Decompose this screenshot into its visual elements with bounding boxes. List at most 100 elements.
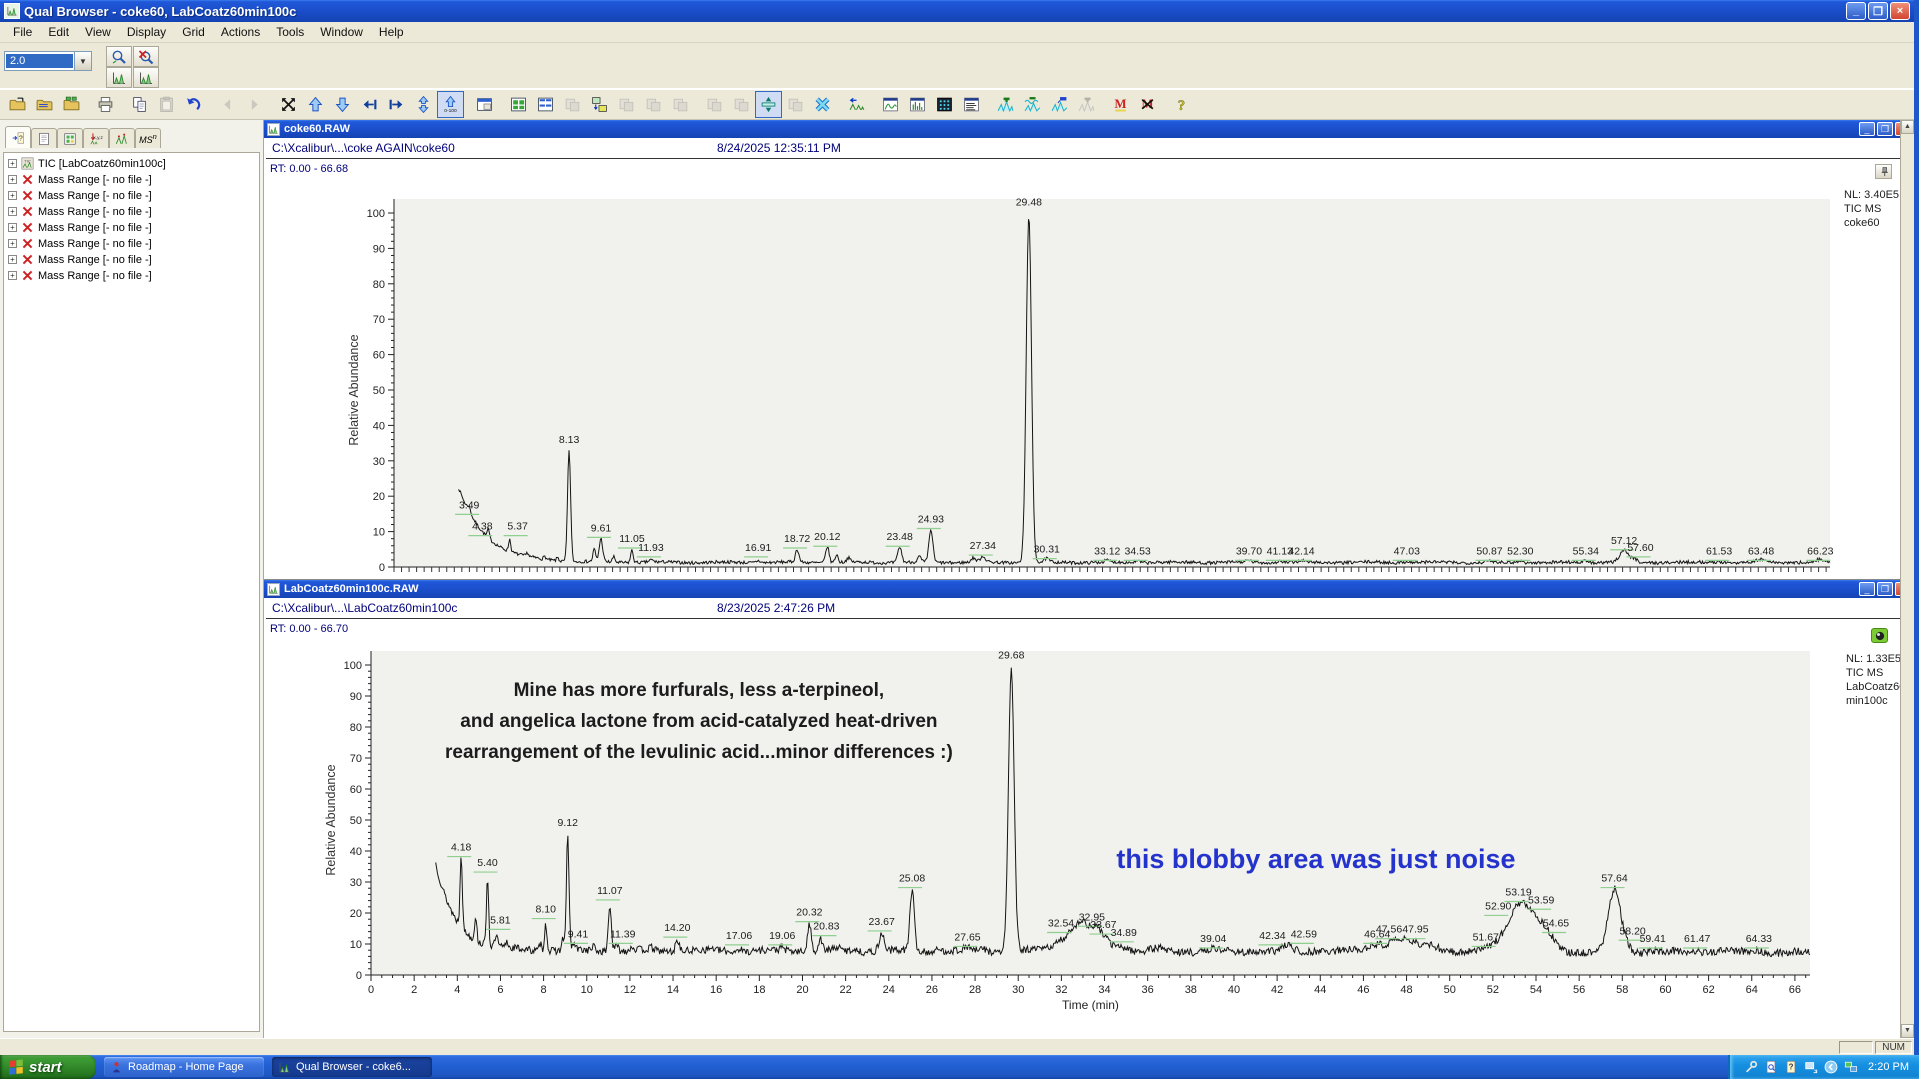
- scale-up-button[interactable]: [302, 91, 329, 118]
- tree-item[interactable]: +Mass Range [- no file -]: [6, 173, 257, 186]
- chromatogram-coke60[interactable]: 0102030405060708090100Relative Abundance…: [264, 177, 1900, 577]
- vertical-scrollbar[interactable]: ▲ ▼: [1900, 120, 1914, 1038]
- document-zoom-icon[interactable]: [1764, 1060, 1778, 1074]
- chromatogram-labcoatz[interactable]: 0102030405060708090100Relative Abundance…: [264, 637, 1900, 1035]
- chromatogram-b-button[interactable]: [133, 67, 159, 88]
- reset-scale-button[interactable]: [275, 91, 302, 118]
- active-cell-icon[interactable]: [1871, 628, 1888, 643]
- menu-window[interactable]: Window: [313, 23, 370, 41]
- peak-label: 57.64: [1601, 873, 1627, 885]
- cell-minimize-button[interactable]: _: [1859, 582, 1875, 596]
- expand-icon[interactable]: +: [8, 255, 17, 264]
- peak-labels-button[interactable]: [1046, 91, 1073, 118]
- tree-item[interactable]: +Mass Range [- no file -]: [6, 237, 257, 250]
- pan-right-button[interactable]: [383, 91, 410, 118]
- zoom-combo[interactable]: 2.0 ▼: [4, 51, 92, 71]
- grid-insert-button[interactable]: [505, 91, 532, 118]
- expand-icon[interactable]: +: [8, 223, 17, 232]
- menu-help[interactable]: Help: [372, 23, 411, 41]
- split-cell-button[interactable]: [755, 91, 782, 118]
- tree-item[interactable]: +Mass Range [- no file -]: [6, 221, 257, 234]
- tab-sheet[interactable]: [31, 128, 57, 148]
- menu-file[interactable]: File: [6, 23, 39, 41]
- pushpin-icon[interactable]: [1875, 164, 1892, 179]
- cell-maximize-button[interactable]: ❐: [1877, 582, 1893, 596]
- window-tray-icon[interactable]: [1804, 1060, 1818, 1074]
- open-layout-button[interactable]: [58, 91, 85, 118]
- peak-detection-all-button[interactable]: [1019, 91, 1046, 118]
- tab-msn[interactable]: MSn: [135, 128, 161, 148]
- library-search-button[interactable]: [1107, 91, 1134, 118]
- spectrum-view-button[interactable]: [904, 91, 931, 118]
- tree-item[interactable]: +Mass Range [- no file -]: [6, 269, 257, 282]
- wrench-icon[interactable]: [1744, 1060, 1758, 1074]
- scroll-up-icon[interactable]: ▲: [1901, 120, 1914, 134]
- map-view-button[interactable]: [931, 91, 958, 118]
- expand-icon[interactable]: +: [8, 239, 17, 248]
- expand-icon[interactable]: +: [8, 191, 17, 200]
- tree-item[interactable]: +Mass Range [- no file -]: [6, 205, 257, 218]
- cell-maximize-button[interactable]: ❐: [1877, 122, 1893, 136]
- i-page-cells: [63, 132, 77, 146]
- tab-info[interactable]: [5, 126, 31, 148]
- cell-labcoatz-titlebar[interactable]: LabCoatz60min100c.RAW _ ❐ ×: [264, 580, 1914, 598]
- zoom-in-button[interactable]: [106, 46, 132, 67]
- library-search-cancel-button[interactable]: [1134, 91, 1161, 118]
- menu-view[interactable]: View: [78, 23, 118, 41]
- scroll-down-icon[interactable]: ▼: [1901, 1024, 1914, 1038]
- menu-edit[interactable]: Edit: [41, 23, 76, 41]
- copy-button[interactable]: [126, 91, 153, 118]
- chromatogram-a-button[interactable]: [106, 67, 132, 88]
- zoom-both-axes-button[interactable]: [809, 91, 836, 118]
- tab-peaks[interactable]: [109, 128, 135, 148]
- cell-coke60[interactable]: coke60.RAW _ ❐ × C:\Xcalibur\...\coke AG…: [264, 120, 1914, 580]
- expand-icon[interactable]: +: [8, 271, 17, 280]
- minimize-button[interactable]: _: [1846, 2, 1866, 20]
- network-icon[interactable]: [1844, 1060, 1858, 1074]
- pan-left-button[interactable]: [356, 91, 383, 118]
- menu-tools[interactable]: Tools: [269, 23, 311, 41]
- cell-labcoatz[interactable]: LabCoatz60min100c.RAW _ ❐ × C:\Xcalibur\…: [264, 580, 1914, 1037]
- grid-layout-button[interactable]: [532, 91, 559, 118]
- hide-icons-chevron-icon[interactable]: [1824, 1060, 1838, 1074]
- open-result-file-button[interactable]: [31, 91, 58, 118]
- qual-browser-window: Qual Browser - coke60, LabCoatz60min100c…: [0, 0, 1919, 1055]
- chromatogram-view-button[interactable]: [877, 91, 904, 118]
- undo-button[interactable]: [180, 91, 207, 118]
- tree-item[interactable]: +Mass Range [- no file -]: [6, 189, 257, 202]
- tree-item[interactable]: +TIC [LabCoatz60min100c]: [6, 157, 257, 170]
- normalize-button[interactable]: [437, 91, 464, 118]
- taskbar-item-qual-browser[interactable]: Qual Browser - coke6...: [272, 1057, 432, 1077]
- peak-label: 24.93: [918, 514, 944, 526]
- tab-axz[interactable]: [83, 128, 109, 148]
- report-view-button[interactable]: [958, 91, 985, 118]
- print-button[interactable]: [92, 91, 119, 118]
- expand-icon[interactable]: +: [8, 207, 17, 216]
- cell-minimize-button[interactable]: _: [1859, 122, 1875, 136]
- scale-down-button[interactable]: [329, 91, 356, 118]
- menu-grid[interactable]: Grid: [175, 23, 212, 41]
- insert-cell-button[interactable]: [586, 91, 613, 118]
- chevron-down-icon[interactable]: ▼: [74, 52, 91, 70]
- tree-item[interactable]: +Mass Range [- no file -]: [6, 253, 257, 266]
- document-help-icon[interactable]: [1784, 1060, 1798, 1074]
- maximize-button[interactable]: ❐: [1868, 2, 1888, 20]
- menu-display[interactable]: Display: [120, 23, 173, 41]
- tab-cells[interactable]: [57, 128, 83, 148]
- display-options-button[interactable]: [471, 91, 498, 118]
- peak-detection-button[interactable]: [992, 91, 1019, 118]
- close-button[interactable]: ×: [1890, 2, 1910, 20]
- expand-icon[interactable]: +: [8, 159, 17, 168]
- cell-coke60-titlebar[interactable]: coke60.RAW _ ❐ ×: [264, 120, 1914, 138]
- window-titlebar[interactable]: Qual Browser - coke60, LabCoatz60min100c…: [0, 0, 1914, 22]
- menu-actions[interactable]: Actions: [214, 23, 267, 41]
- autoscale-y-button[interactable]: [410, 91, 437, 118]
- expand-icon[interactable]: +: [8, 175, 17, 184]
- axis-setup-button[interactable]: [843, 91, 870, 118]
- zoom-out-button[interactable]: [133, 46, 159, 67]
- help-button[interactable]: [1168, 91, 1195, 118]
- taskbar-item-roadmap[interactable]: Roadmap - Home Page: [104, 1057, 264, 1077]
- svg-text:12: 12: [624, 984, 636, 996]
- start-button[interactable]: start: [0, 1055, 96, 1079]
- open-raw-file-button[interactable]: [4, 91, 31, 118]
